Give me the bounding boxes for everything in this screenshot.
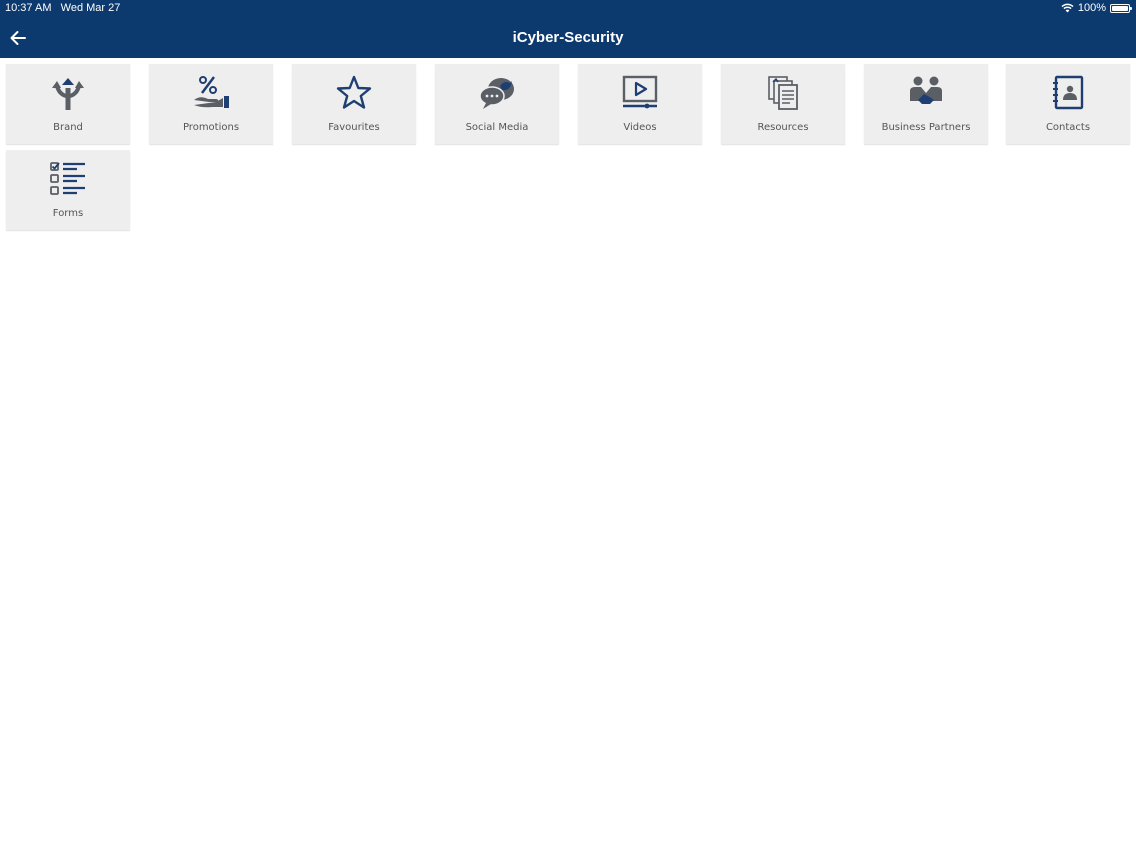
tile-label: Videos [623,122,657,133]
signpost-arrows-icon [52,78,84,110]
tile-label: Favourites [328,122,380,133]
percent-hand-icon [194,76,229,108]
status-indicators: 100% [1061,2,1132,14]
battery-icon [1110,3,1132,13]
wifi-icon [1061,3,1074,13]
star-icon [336,75,372,109]
tile-contacts[interactable]: Contacts [1006,64,1130,144]
tile-label: Business Partners [881,122,971,133]
tile-label: Contacts [1045,122,1091,133]
documents-icon [768,76,798,110]
status-date: Wed Mar 27 [60,2,121,14]
address-book-icon [1053,75,1084,110]
tile-forms[interactable]: Forms [6,150,130,230]
tile-social-media[interactable]: Social Media [435,64,559,144]
tile-label: Brand [53,122,83,133]
tile-brand[interactable]: Brand [6,64,130,144]
page-title: iCyber-Security [512,29,624,46]
battery-percent: 100% [1077,2,1106,14]
tile-label: Forms [52,208,84,219]
tile-promotions[interactable]: Promotions [149,64,273,144]
status-time: 10:37 AM Wed Mar 27 [5,2,120,14]
tile-business-partners[interactable]: Business Partners [864,64,988,144]
chat-bird-icon [479,78,514,109]
tile-label: Resources [757,122,809,133]
status-clock: 10:37 AM [5,2,52,14]
play-screen-icon [622,75,658,109]
checklist-icon [50,162,85,195]
tile-resources[interactable]: Resources [721,64,845,144]
handshake-people-icon [910,76,942,104]
tile-label: Social Media [465,122,529,133]
tile-videos[interactable]: Videos [578,64,702,144]
tile-label: Promotions [182,122,240,133]
tile-favourites[interactable]: Favourites [292,64,416,144]
nav-bar: 10:37 AM Wed Mar 27 100% iCyber-Security [0,0,1136,58]
